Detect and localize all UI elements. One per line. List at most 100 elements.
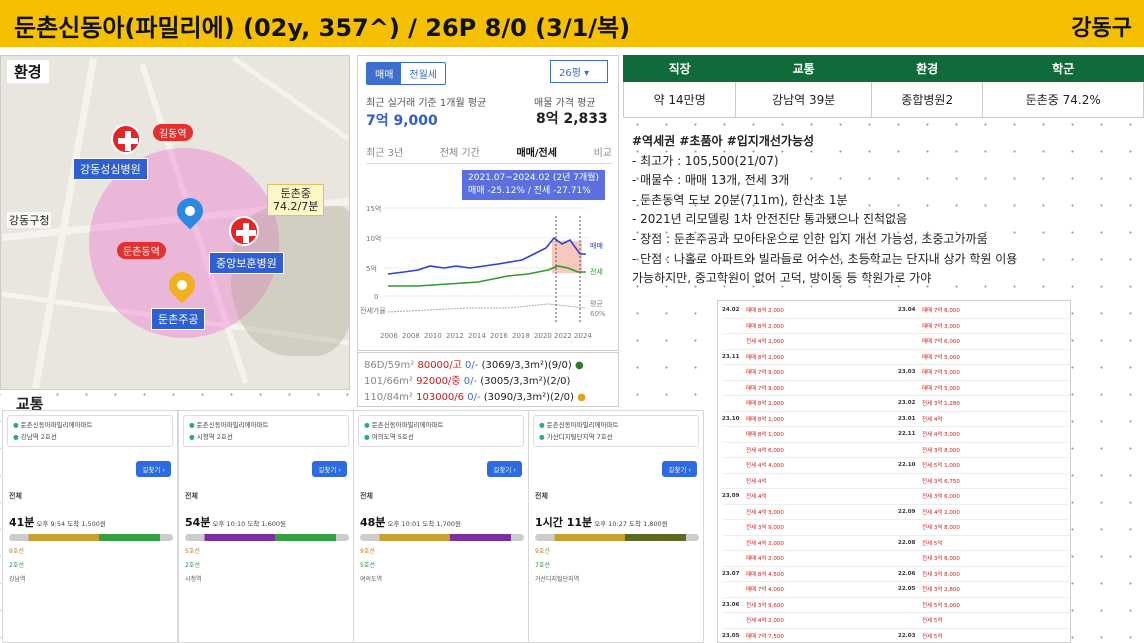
listing-row[interactable]: 전세 4억 6,000 <box>722 443 898 458</box>
listing-row[interactable]: 24.02 매매 8억 2,000 <box>722 303 898 319</box>
listing-row[interactable]: 22.10 전세 5억 1,000 <box>898 458 1070 474</box>
listing-row[interactable]: 매매 7억 3,000 <box>898 319 1070 334</box>
origin-input[interactable]: 둔촌신동아파밀리에아파트 <box>197 421 269 429</box>
note-line: - 둔촌동역 도보 20분(711m), 한산초 1분 <box>632 192 848 207</box>
route-result[interactable]: 48분 오후 10:01 도착 1,700원 9호선 5호선 여의도역 <box>360 514 524 587</box>
route-result[interactable]: 54분 오후 10:10 도착 1,600원 5호선 2호선 시청역 <box>185 514 349 587</box>
tab-all[interactable]: 전체 <box>9 491 22 501</box>
series-label: 평균 <box>590 299 603 308</box>
tab-rent[interactable]: 전월세 <box>401 63 445 84</box>
listing-row[interactable]: 22.03 전세 5억 <box>898 629 1070 643</box>
route-inputs[interactable]: ● 둔촌신동아파밀리에아파트 ● 가산디지털단지역 7호선 <box>533 415 699 447</box>
route-inputs[interactable]: ● 둔촌신동아파밀리에아파트 ● 강남역 2호선 <box>7 415 173 447</box>
origin-input[interactable]: 둔촌신동아파밀리에아파트 <box>21 421 93 429</box>
route-result[interactable]: 41분 오후 9:54 도착 1,500원 9호선 2호선 강남역 <box>9 514 173 587</box>
listing-row[interactable]: 전세 3억 6,000 <box>898 551 1070 567</box>
listing-row[interactable]: 23.09 전세 4억 <box>722 489 898 505</box>
listing-row[interactable]: 전세 3억 6,000 <box>898 489 1070 505</box>
listing-row[interactable]: 23.07 매매 8억 4,500 <box>722 567 898 582</box>
listing-row[interactable]: 22.06 전세 3억 8,000 <box>898 567 1070 582</box>
listing-row[interactable]: 23.06 전세 3억 9,600 <box>722 598 898 613</box>
listing-row[interactable]: 전세 3억 8,000 <box>898 443 1070 458</box>
destination-input[interactable]: 가산디지털단지역 7호선 <box>547 433 613 441</box>
route-result[interactable]: 1시간 11분 오후 10:27 도착 1,800원 9호선 7호선 가산디지털… <box>535 514 699 587</box>
listing-row[interactable]: 23.11 매매 8억 2,000 <box>722 350 898 365</box>
arrival-time: 오후 9:54 도착 <box>36 520 80 528</box>
find-route-button[interactable]: 길찾기 › <box>312 461 347 477</box>
listing-row[interactable]: 매매 7억 9,000 <box>722 381 898 396</box>
size-row[interactable]: 86D/59m² 80000/고 0/- (3069/3,3m²)(9/0) ● <box>364 358 612 374</box>
listing-row[interactable]: 전세 4억 <box>722 474 898 489</box>
listing-row[interactable]: 전세 4억 2,000 <box>722 536 898 551</box>
listing-row[interactable]: 전세 5억 <box>898 613 1070 629</box>
listing-row[interactable]: 23.02 전세 3억 1,280 <box>898 396 1070 412</box>
origin-input[interactable]: 둔촌신동아파밀리에아파트 <box>372 421 444 429</box>
listing-row[interactable]: 매매 8억 2,000 <box>722 396 898 412</box>
listing-row[interactable]: 전세 4억 2,000 <box>722 334 898 350</box>
tab-all[interactable]: 전체 기간 <box>440 144 480 159</box>
tab-all[interactable]: 전체 <box>535 491 548 501</box>
find-route-button[interactable]: 길찾기 › <box>136 461 171 477</box>
map-label-hospital[interactable]: 강동성심병원 <box>73 158 148 180</box>
listing-row[interactable]: 매매 7억 5,000 <box>898 350 1070 365</box>
listing-row[interactable]: 23.04 매매 7억 6,000 <box>898 303 1070 319</box>
size-select[interactable]: 26평 ▾ <box>550 60 608 83</box>
listing-price: 매매 7억 6,000 <box>922 308 960 315</box>
tab-compare[interactable]: 비교 <box>594 144 612 159</box>
listing-row[interactable]: 전세 3억 9,000 <box>722 520 898 536</box>
listing-row[interactable]: 23.05 매매 7억 7,500 <box>722 629 898 643</box>
listing-row[interactable]: 매매 7억 5,000 <box>898 381 1070 396</box>
listing-row[interactable]: 22.08 전세 5억 <box>898 536 1070 551</box>
listing-row[interactable]: 전세 4억 2,000 <box>722 613 898 629</box>
find-route-button[interactable]: 길찾기 › <box>487 461 522 477</box>
listing-row[interactable]: 22.05 전세 3억 2,800 <box>898 582 1070 598</box>
tab-all[interactable]: 전체 <box>360 491 373 501</box>
size-row[interactable]: 110/84m² 103000/6 0/- (3090/3,3m²)(2/0) … <box>364 390 612 406</box>
listing-date: 23.11 <box>722 353 740 360</box>
map-label-station[interactable]: 길동역 <box>153 124 193 141</box>
listing-row[interactable]: 22.11 전세 4억 3,000 <box>898 427 1070 443</box>
tab-sale[interactable]: 매매 <box>367 63 402 84</box>
route-inputs[interactable]: ● 둔촌신동아파밀리에아파트 ● 여의도역 5호선 <box>358 415 524 447</box>
find-route-button[interactable]: 길찾기 › <box>662 461 697 477</box>
listing-row[interactable]: 전세 4억 4,000 <box>722 458 898 474</box>
listing-row[interactable]: 전세 3억 6,750 <box>898 474 1070 489</box>
map-label-station[interactable]: 둔촌동역 <box>117 242 166 259</box>
note-line: - 최고가 : 105,500(21/07) <box>632 153 779 168</box>
note-line: - 2021년 리모델링 1차 안전진단 통과됐으나 진척없음 <box>632 212 908 227</box>
listing-row[interactable]: 매매 7억 9,000 <box>722 365 898 381</box>
location-map[interactable]: 환경 강동성심병원 중앙보훈병원 둔촌주공 길동역 둔촌동역 강동구청 둔촌중 7… <box>0 55 350 390</box>
tab-recent[interactable]: 최근 3년 <box>366 144 403 159</box>
listing-row[interactable]: 23.03 매매 7억 5,000 <box>898 365 1070 381</box>
listing-date: 22.09 <box>898 508 916 515</box>
listing-row[interactable]: 매매 8억 1,000 <box>722 427 898 443</box>
route-inputs[interactable]: ● 둔촌신동아파밀리에아파트 ● 시청역 2호선 <box>183 415 349 447</box>
listing-row[interactable]: 22.09 전세 4억 2,000 <box>898 505 1070 520</box>
chevron-down-icon: ▾ <box>584 68 590 79</box>
size-row[interactable]: 101/66m² 92000/중 0/- (3005/3,3m²)(2/0) <box>364 374 612 390</box>
route-stop: 9호선 <box>535 548 550 555</box>
origin-input[interactable]: 둔촌신동아파밀리에아파트 <box>547 421 619 429</box>
listing-row[interactable]: 매매 4억 2,000 <box>722 551 898 567</box>
listing-row[interactable]: 매매 8억 2,000 <box>722 319 898 334</box>
dest-dot-icon: ● <box>189 433 195 441</box>
listing-row[interactable]: 23.01 전세 4억 <box>898 412 1070 427</box>
listing-row[interactable]: 전세 4억 3,000 <box>722 505 898 520</box>
map-label-complex[interactable]: 둔촌주공 <box>151 308 206 330</box>
destination-input[interactable]: 시청역 2호선 <box>197 433 233 441</box>
tab-sale-rent[interactable]: 매매/전세 <box>516 144 556 159</box>
destination-input[interactable]: 강남역 2호선 <box>21 433 57 441</box>
district-label: 강동구 <box>1071 16 1132 41</box>
map-label-hospital[interactable]: 중앙보훈병원 <box>209 252 284 274</box>
route-duration: 41분 <box>9 516 35 529</box>
route-bar <box>360 534 524 541</box>
price-chart[interactable]: 15억 10억 5억 0 전세가율 매매 전세 평균 60% 2006 2008… <box>358 196 620 351</box>
listing-row[interactable]: 매매 7억 6,000 <box>898 334 1070 350</box>
destination-input[interactable]: 여의도역 5호선 <box>372 433 414 441</box>
listing-row[interactable]: 매매 7억 4,000 <box>722 582 898 598</box>
tab-all[interactable]: 전체 <box>185 491 198 501</box>
listing-row[interactable]: 23.10 매매 8억 1,000 <box>722 412 898 427</box>
col-header: 교통 <box>735 55 872 82</box>
listing-row[interactable]: 전세 5억 5,000 <box>898 598 1070 613</box>
listing-row[interactable]: 전세 3억 8,000 <box>898 520 1070 536</box>
